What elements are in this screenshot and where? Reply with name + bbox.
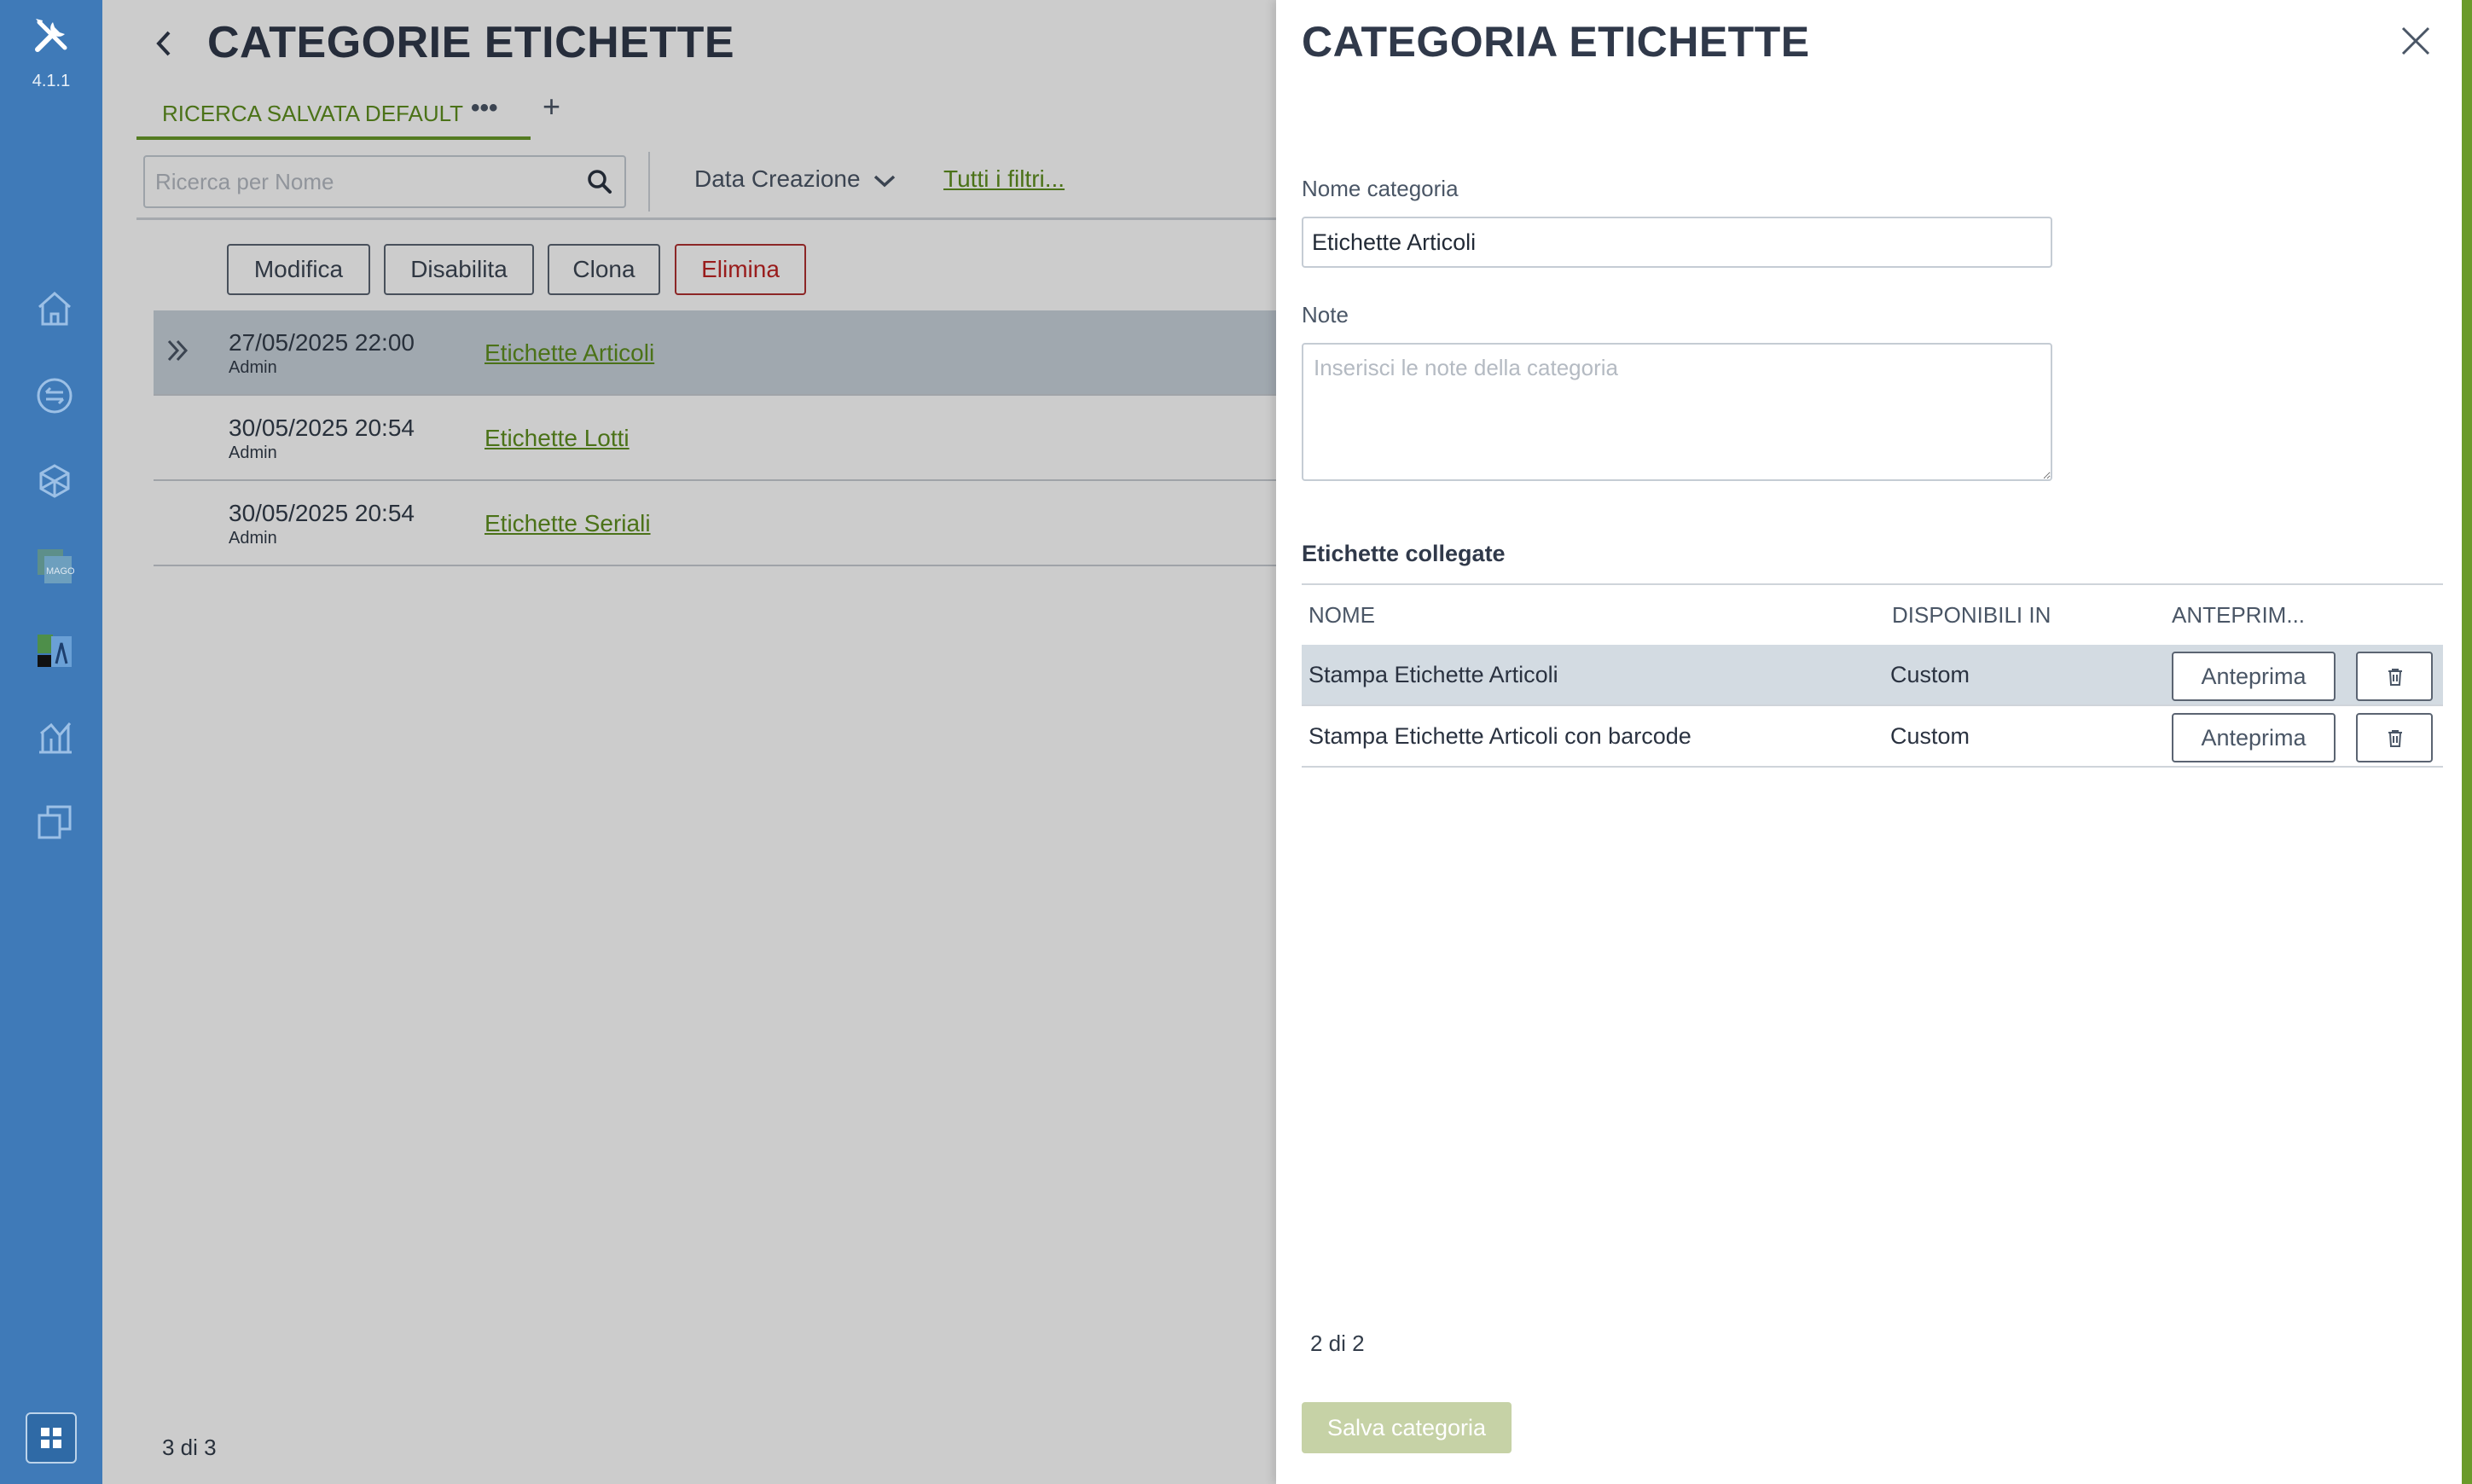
category-detail-panel: CATEGORIA ETICHETTE Nome categoria Note … (1276, 0, 2463, 1484)
linked-labels-table: NOME DISPONIBILI IN ANTEPRIM... Stampa E… (1302, 585, 2443, 768)
delete-row-button[interactable] (2356, 652, 2433, 701)
column-header-preview[interactable]: ANTEPRIM... (2172, 602, 2305, 629)
linked-label-name: Stampa Etichette Articoli con barcode (1309, 723, 1692, 749)
app-version: 4.1.1 (32, 72, 71, 90)
svg-text:MAGO: MAGO (46, 566, 75, 577)
app-icon[interactable] (34, 631, 96, 672)
left-nav: 4.1.1 MAGO (0, 0, 102, 1484)
modal-backdrop[interactable] (102, 0, 1276, 1484)
notes-textarea[interactable] (1302, 343, 2052, 481)
name-field-label: Nome categoria (1302, 176, 1459, 201)
column-header-available[interactable]: DISPONIBILI IN (1892, 602, 2051, 629)
mago-icon[interactable]: MAGO (34, 546, 96, 587)
delete-row-button[interactable] (2356, 713, 2433, 762)
trash-icon (2388, 730, 2402, 747)
table-header: NOME DISPONIBILI IN ANTEPRIM... (1302, 585, 2443, 645)
preview-button[interactable]: Anteprima (2172, 713, 2336, 762)
trash-icon (2388, 669, 2402, 686)
linked-count: 2 di 2 (1310, 1330, 1365, 1356)
tools-logo-icon[interactable] (32, 15, 72, 55)
linked-label-available: Custom (1890, 662, 1970, 687)
chart-icon[interactable] (34, 716, 96, 757)
cube-icon[interactable] (34, 461, 96, 501)
copy-icon[interactable] (34, 802, 96, 843)
transfer-icon[interactable] (34, 375, 96, 416)
notes-field-label: Note (1302, 302, 1349, 328)
save-category-button[interactable]: Salva categoria (1302, 1402, 1512, 1453)
linked-labels-title: Etichette collegate (1302, 541, 1506, 566)
category-name-input[interactable] (1302, 217, 2052, 268)
panel-title: CATEGORIA ETICHETTE (1302, 18, 1810, 66)
table-row[interactable]: Stampa Etichette Articoli Custom Antepri… (1302, 645, 2443, 706)
window-edge (2462, 0, 2472, 1484)
preview-button[interactable]: Anteprima (2172, 652, 2336, 701)
linked-label-name: Stampa Etichette Articoli (1309, 662, 1558, 687)
home-icon[interactable] (34, 288, 96, 329)
close-icon[interactable] (2400, 26, 2431, 61)
column-header-name[interactable]: NOME (1309, 602, 1375, 629)
linked-label-available: Custom (1890, 723, 1970, 749)
table-row[interactable]: Stampa Etichette Articoli con barcode Cu… (1302, 706, 2443, 768)
apps-grid-icon[interactable] (26, 1412, 77, 1464)
